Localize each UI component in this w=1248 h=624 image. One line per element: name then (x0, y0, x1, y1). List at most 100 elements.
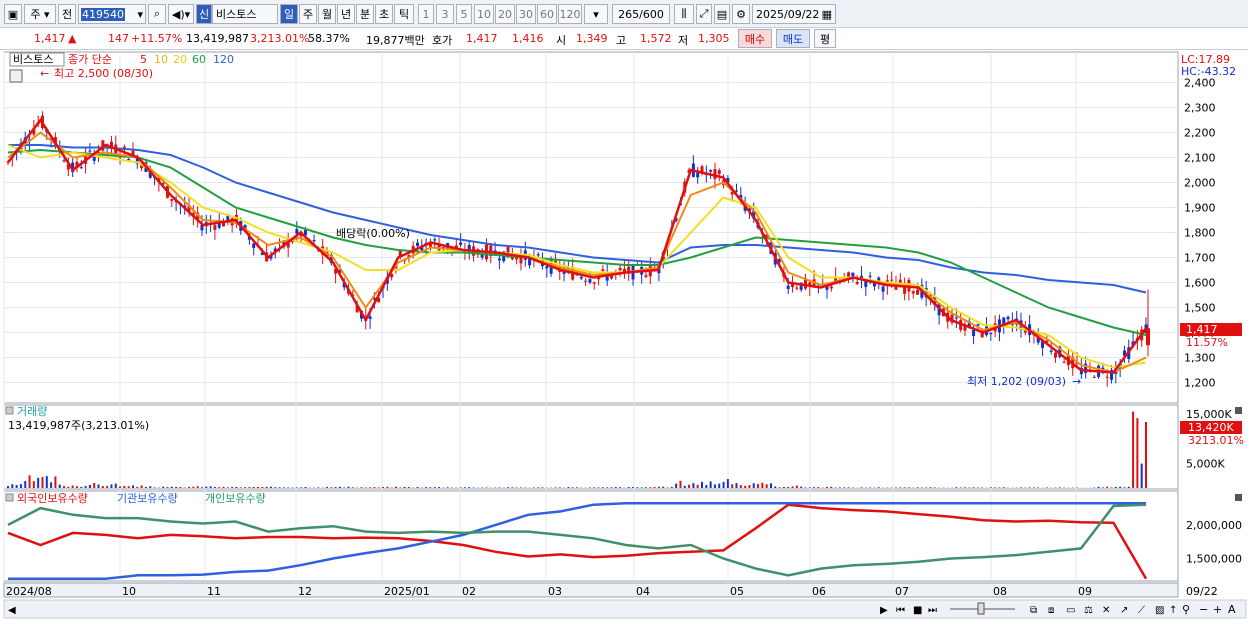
split-icon[interactable]: ⧈ (1048, 605, 1054, 616)
zoom-out-icon[interactable]: − (1199, 603, 1208, 616)
compare-icon[interactable]: ⚖ (1084, 605, 1093, 616)
period-tick[interactable]: 틱 (394, 4, 414, 24)
prev-button[interactable]: 전 (58, 4, 76, 24)
num-60[interactable]: 60 (537, 4, 557, 24)
count-field[interactable]: 265/600 (612, 4, 670, 24)
num-1[interactable]: 1 (418, 4, 434, 24)
volume-bar (386, 487, 388, 488)
volume-bar (1128, 487, 1130, 488)
volume-bar (641, 487, 643, 488)
scroll-right-icon[interactable]: ▶ (880, 605, 888, 616)
volume-bar (869, 487, 871, 488)
holder-y-tick: 2,000,000 (1186, 519, 1242, 532)
candle-body (696, 173, 699, 178)
ma120-label[interactable]: 120 (213, 53, 234, 66)
cross-icon[interactable]: ✕ (1102, 605, 1110, 616)
table-icon[interactable] (10, 70, 22, 82)
volume-bar (735, 483, 737, 488)
zoom-slider-handle[interactable] (978, 603, 984, 614)
inst-legend[interactable]: 기관보유수량 (117, 492, 178, 505)
num-3[interactable]: 3 (436, 4, 454, 24)
layout-icon[interactable]: ⧉ (1030, 605, 1037, 616)
volume-bar (636, 487, 638, 488)
zoom-in-icon[interactable]: + (1213, 603, 1222, 616)
volume-bar (408, 487, 410, 488)
volume-bar (714, 485, 716, 488)
image-icon[interactable]: ▨ (1155, 605, 1164, 616)
candle-body (593, 282, 596, 283)
code-input[interactable]: 419540 ▾ (78, 4, 146, 24)
num-120[interactable]: 120 (558, 4, 582, 24)
volume-bar (395, 487, 397, 488)
right-arrow-icon: → (1072, 375, 1081, 388)
font-icon[interactable]: A (1228, 603, 1236, 616)
volume-bar (925, 487, 927, 488)
num-30[interactable]: 30 (516, 4, 536, 24)
num-10[interactable]: 10 (474, 4, 494, 24)
volume-panel-handle[interactable] (6, 407, 13, 414)
ruler-icon[interactable]: ⟋ (1138, 605, 1145, 616)
stock-chart[interactable]: 1,2001,3001,4001,5001,6001,7001,8001,900… (0, 50, 1248, 621)
save-icon[interactable]: ▤ (714, 4, 730, 24)
volume-bar (317, 487, 319, 488)
period-week[interactable]: 주 (299, 4, 317, 24)
holder-panel-handle[interactable] (6, 494, 13, 501)
volume-bar (59, 485, 61, 488)
num-5[interactable]: 5 (456, 4, 472, 24)
chart-area[interactable]: 1,2001,3001,4001,5001,6001,7001,8001,900… (0, 50, 1248, 621)
ma10-label[interactable]: 10 (154, 53, 168, 66)
volume-bar (537, 487, 539, 488)
period-year[interactable]: 년 (337, 4, 355, 24)
volume-bar (201, 487, 203, 488)
stock-name-field[interactable]: 비스토스 (212, 4, 278, 24)
ma20-label[interactable]: 20 (173, 53, 187, 66)
candle-type-icon[interactable]: ⫼ (674, 4, 694, 24)
volume-bar (757, 484, 759, 488)
volume-panel-close-icon[interactable] (1235, 407, 1242, 414)
last-page-icon[interactable]: ⏭ (928, 605, 937, 616)
chart-tools-icon[interactable]: ⤢ (696, 4, 712, 24)
market-select[interactable]: 주 ▾ (24, 4, 56, 24)
avg-button[interactable]: 평 (814, 29, 836, 48)
window-icon[interactable]: ▣ (4, 4, 22, 24)
sell-button[interactable]: 매도 (776, 29, 810, 48)
date-field[interactable]: 2025/09/22▦ (752, 4, 836, 24)
trend-icon[interactable]: ↗ (1120, 605, 1128, 616)
custom-period-select[interactable]: ▾ (584, 4, 608, 24)
volume-bar (46, 476, 48, 488)
x-tick-label: 04 (636, 585, 650, 598)
period-month[interactable]: 월 (318, 4, 336, 24)
holder-panel-close-icon[interactable] (1235, 494, 1242, 501)
search-icon[interactable]: ⌕ (148, 4, 166, 24)
period-second[interactable]: 초 (375, 4, 393, 24)
volume-bar (684, 486, 686, 488)
volume-bar (188, 487, 190, 488)
ma5-label[interactable]: 5 (140, 53, 147, 66)
volume-bar (378, 487, 380, 488)
num-20[interactable]: 20 (495, 4, 515, 24)
ma60-label[interactable]: 60 (192, 53, 206, 66)
stack-icon[interactable]: ▭ (1066, 605, 1075, 616)
zoom-icon[interactable]: ⚲ (1182, 603, 1190, 616)
volume-bar (520, 487, 522, 488)
first-page-icon[interactable]: ⏮ (896, 605, 905, 616)
pin-icon[interactable]: ↑ (1169, 605, 1177, 616)
low-label: 저 (678, 32, 688, 48)
period-day[interactable]: 일 (280, 4, 298, 24)
gear-icon[interactable]: ⚙ (732, 4, 750, 24)
volume-bar (110, 484, 112, 488)
volume-bar (779, 487, 781, 488)
indiv-legend[interactable]: 개인보유수량 (205, 492, 266, 505)
volume-bar (718, 484, 720, 488)
foreign-legend[interactable]: 외국인보유수량 (17, 492, 88, 505)
buy-button[interactable]: 매수 (738, 29, 772, 48)
y-tick-label: 1,700 (1184, 252, 1216, 265)
speaker-icon[interactable]: ◀)▾ (168, 4, 194, 24)
scroll-left-icon[interactable]: ◀ (8, 605, 16, 616)
volume-bar (205, 487, 207, 488)
period-minute[interactable]: 분 (356, 4, 374, 24)
candle-body (795, 288, 798, 289)
volume-bar (29, 475, 31, 488)
volume-bar (434, 487, 436, 488)
stop-icon[interactable]: ■ (913, 605, 922, 616)
